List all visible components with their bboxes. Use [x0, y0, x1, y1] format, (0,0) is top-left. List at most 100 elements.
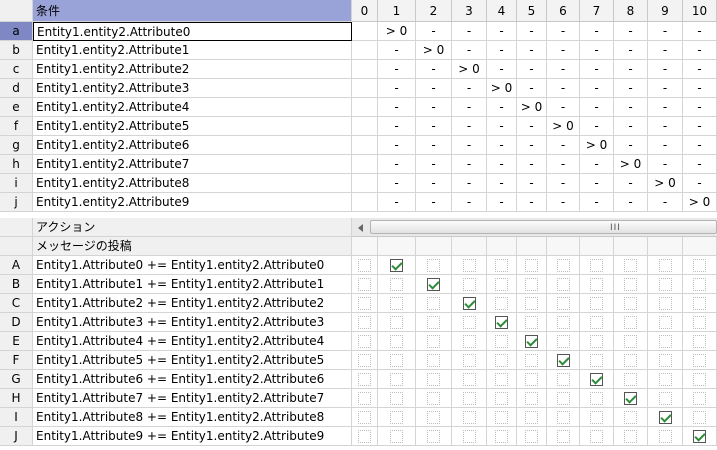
condition-cell[interactable]: -: [487, 155, 517, 174]
checkbox[interactable]: [463, 316, 476, 329]
condition-cell[interactable]: [352, 174, 378, 193]
checkbox[interactable]: [525, 278, 538, 291]
column-header-8[interactable]: 8: [614, 0, 648, 22]
condition-cell[interactable]: > 0: [683, 193, 717, 212]
condition-label-b[interactable]: Entity1.entity2.Attribute1: [33, 41, 352, 60]
checkbox[interactable]: [525, 354, 538, 367]
condition-cell[interactable]: -: [416, 60, 452, 79]
checkbox[interactable]: [624, 373, 637, 386]
condition-cell[interactable]: -: [580, 22, 614, 41]
checkbox[interactable]: [693, 354, 706, 367]
condition-cell[interactable]: -: [683, 60, 717, 79]
checkbox[interactable]: [693, 297, 706, 310]
condition-cell[interactable]: -: [517, 136, 547, 155]
condition-cell[interactable]: -: [452, 41, 487, 60]
action-label-A[interactable]: Entity1.Attribute0 += Entity1.entity2.At…: [33, 256, 352, 275]
condition-cell[interactable]: -: [648, 60, 683, 79]
condition-cell[interactable]: -: [547, 41, 580, 60]
condition-cell[interactable]: -: [580, 79, 614, 98]
condition-cell[interactable]: -: [614, 79, 648, 98]
condition-cell[interactable]: [352, 79, 378, 98]
condition-cell[interactable]: -: [416, 22, 452, 41]
action-label-J[interactable]: Entity1.Attribute9 += Entity1.entity2.At…: [33, 427, 352, 446]
condition-cell[interactable]: -: [547, 79, 580, 98]
checkbox[interactable]: [590, 278, 603, 291]
condition-cell[interactable]: > 0: [452, 60, 487, 79]
condition-cell[interactable]: -: [648, 41, 683, 60]
condition-cell[interactable]: -: [487, 117, 517, 136]
condition-cell[interactable]: -: [683, 41, 717, 60]
checkbox[interactable]: [525, 373, 538, 386]
condition-cell[interactable]: -: [614, 22, 648, 41]
condition-row-header-e[interactable]: e: [0, 98, 33, 117]
condition-cell[interactable]: -: [547, 155, 580, 174]
condition-cell[interactable]: -: [487, 193, 517, 212]
condition-cell[interactable]: -: [517, 41, 547, 60]
condition-cell[interactable]: -: [416, 155, 452, 174]
checkbox[interactable]: [624, 259, 637, 272]
condition-cell[interactable]: [352, 60, 378, 79]
checkbox[interactable]: [427, 354, 440, 367]
condition-cell[interactable]: -: [648, 155, 683, 174]
checkbox[interactable]: [557, 259, 570, 272]
checkbox[interactable]: [390, 373, 403, 386]
condition-cell[interactable]: [352, 41, 378, 60]
checkbox[interactable]: [390, 411, 403, 424]
action-row-header-C[interactable]: C: [0, 294, 33, 313]
checkbox[interactable]: [495, 373, 508, 386]
checkbox[interactable]: [427, 411, 440, 424]
condition-row-header-a[interactable]: a: [0, 22, 33, 41]
checkbox[interactable]: [557, 373, 570, 386]
checkbox[interactable]: [463, 430, 476, 443]
checkbox[interactable]: [624, 430, 637, 443]
checkbox[interactable]: [659, 411, 672, 424]
condition-cell[interactable]: -: [487, 22, 517, 41]
column-header-7[interactable]: 7: [580, 0, 614, 22]
checkbox[interactable]: [624, 392, 637, 405]
condition-cell[interactable]: -: [452, 174, 487, 193]
condition-cell[interactable]: -: [378, 60, 416, 79]
checkbox[interactable]: [495, 297, 508, 310]
condition-cell[interactable]: -: [416, 136, 452, 155]
checkbox[interactable]: [463, 297, 476, 310]
condition-cell[interactable]: -: [648, 79, 683, 98]
condition-cell[interactable]: -: [580, 98, 614, 117]
condition-cell[interactable]: -: [683, 79, 717, 98]
action-label-B[interactable]: Entity1.Attribute1 += Entity1.entity2.At…: [33, 275, 352, 294]
checkbox[interactable]: [659, 335, 672, 348]
checkbox[interactable]: [427, 297, 440, 310]
condition-cell[interactable]: > 0: [547, 117, 580, 136]
checkbox[interactable]: [693, 392, 706, 405]
checkbox[interactable]: [557, 316, 570, 329]
condition-cell[interactable]: [352, 22, 378, 41]
checkbox[interactable]: [659, 297, 672, 310]
condition-cell[interactable]: -: [487, 174, 517, 193]
condition-cell[interactable]: -: [648, 98, 683, 117]
action-label-E[interactable]: Entity1.Attribute4 += Entity1.entity2.At…: [33, 332, 352, 351]
condition-label-a[interactable]: Entity1.entity2.Attribute0: [33, 22, 352, 41]
condition-cell[interactable]: -: [452, 22, 487, 41]
checkbox[interactable]: [525, 316, 538, 329]
checkbox[interactable]: [659, 430, 672, 443]
checkbox[interactable]: [390, 278, 403, 291]
checkbox[interactable]: [463, 259, 476, 272]
condition-cell[interactable]: -: [378, 79, 416, 98]
condition-cell[interactable]: -: [517, 79, 547, 98]
checkbox[interactable]: [390, 392, 403, 405]
checkbox[interactable]: [358, 373, 371, 386]
condition-cell[interactable]: -: [614, 117, 648, 136]
condition-cell[interactable]: -: [580, 155, 614, 174]
checkbox[interactable]: [427, 259, 440, 272]
condition-row-header-g[interactable]: g: [0, 136, 33, 155]
action-row-header-J[interactable]: J: [0, 427, 33, 446]
checkbox[interactable]: [463, 278, 476, 291]
checkbox[interactable]: [427, 392, 440, 405]
checkbox[interactable]: [624, 278, 637, 291]
condition-row-header-d[interactable]: d: [0, 79, 33, 98]
condition-cell[interactable]: [352, 136, 378, 155]
condition-cell[interactable]: -: [378, 174, 416, 193]
condition-cell[interactable]: -: [487, 98, 517, 117]
condition-cell[interactable]: [352, 155, 378, 174]
column-header-4[interactable]: 4: [487, 0, 517, 22]
checkbox[interactable]: [659, 392, 672, 405]
